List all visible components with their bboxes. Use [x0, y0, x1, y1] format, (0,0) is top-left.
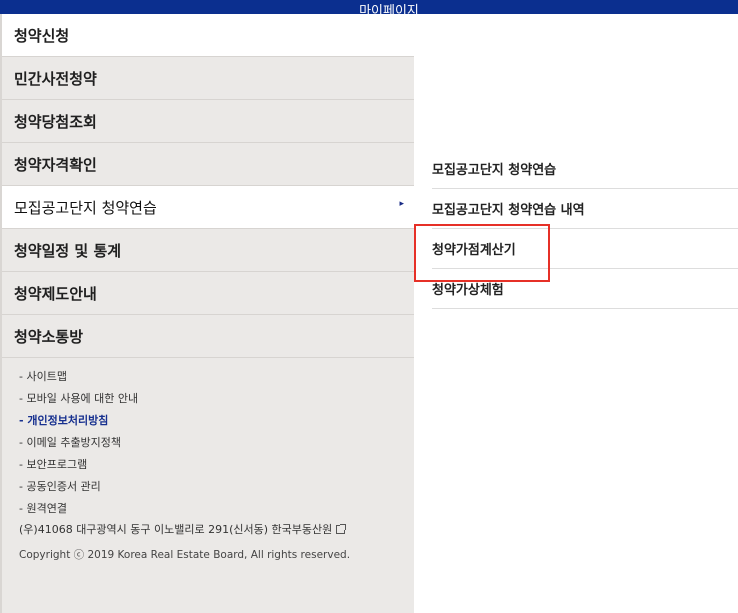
menu-item-system-guide[interactable]: 청약제도안내 — [2, 272, 414, 315]
menu-item-winning-lookup[interactable]: 청약당첨조회 — [2, 100, 414, 143]
menu-item-community[interactable]: 청약소통방 — [2, 315, 414, 358]
footer-link-sitemap[interactable]: - 사이트맵 — [19, 366, 138, 388]
menu-item-practice-label: 모집공고단지 청약연습 — [14, 198, 157, 217]
menu-item-schedule-stats[interactable]: 청약일정 및 통계 — [2, 229, 414, 272]
submenu-item-practice-history[interactable]: 모집공고단지 청약연습 내역 — [432, 189, 738, 229]
footer-link-privacy-policy[interactable]: - 개인정보처리방침 — [19, 410, 138, 432]
footer-link-mobile-guide[interactable]: - 모바일 사용에 대한 안내 — [19, 388, 138, 410]
footer-link-security-program[interactable]: - 보안프로그램 — [19, 454, 138, 476]
menu-item-apply[interactable]: 청약신청 — [2, 14, 414, 57]
footer-link-email-policy[interactable]: - 이메일 추출방지정책 — [19, 432, 138, 454]
external-link-icon[interactable] — [336, 524, 347, 534]
footer-links: - 사이트맵 - 모바일 사용에 대한 안내 - 개인정보처리방침 - 이메일 … — [19, 366, 138, 520]
mypage-label: 마이페이지 — [359, 4, 419, 14]
menu-item-practice[interactable]: 모집공고단지 청약연습 ▸ — [2, 186, 414, 229]
caret-right-icon: ▸ — [399, 199, 404, 209]
mypage-bar[interactable]: 마이페이지 — [0, 0, 738, 14]
footer-address: (우)41068 대구광역시 동구 이노밸리로 291(신서동) 한국부동산원 — [19, 521, 347, 537]
menu-item-private-pre-subscription[interactable]: 민간사전청약 — [2, 57, 414, 100]
footer-link-remote[interactable]: - 원격연결 — [19, 498, 138, 520]
submenu-item-practice[interactable]: 모집공고단지 청약연습 — [432, 149, 738, 189]
address-text: (우)41068 대구광역시 동구 이노밸리로 291(신서동) 한국부동산원 — [19, 523, 333, 536]
highlight-box — [414, 224, 550, 282]
footer-link-certificate[interactable]: - 공동인증서 관리 — [19, 476, 138, 498]
copyright: Copyright ⓒ 2019 Korea Real Estate Board… — [19, 549, 351, 561]
menu-item-eligibility-check[interactable]: 청약자격확인 — [2, 143, 414, 186]
